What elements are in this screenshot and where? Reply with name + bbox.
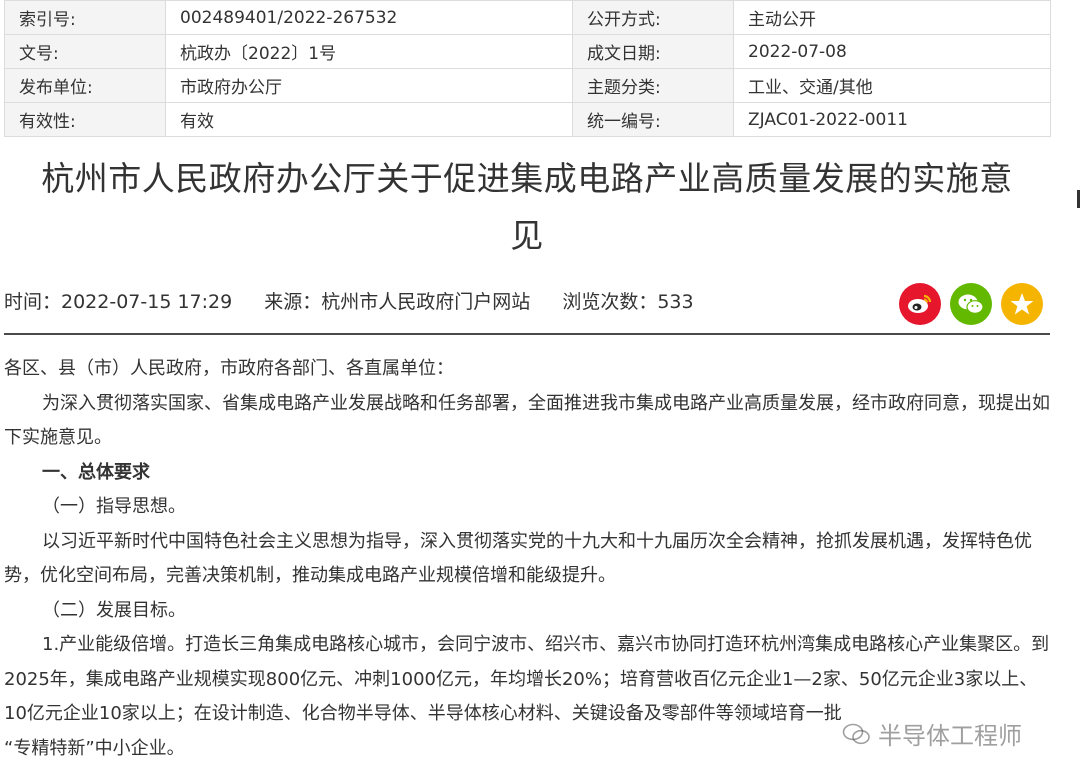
addressee: 各区、县（市）人民政府，市政府各部门、各直属单位：	[4, 358, 454, 379]
meta-key: 发布单位:	[4, 68, 166, 103]
section-heading-1: 一、总体要求	[42, 461, 150, 483]
publish-time: 时间：2022-07-15 17:29	[4, 291, 233, 313]
meta-value: ZJAC01-2022-0011	[733, 102, 1051, 137]
header-divider	[4, 333, 1050, 335]
paragraph-guiding-thought: 以习近平新时代中国特色社会主义思想为指导，深入贯彻落实党的十九大和十九届历次全会…	[4, 530, 1032, 587]
article-info: 时间：2022-07-15 17:29 来源：杭州市人民政府门户网站 浏览次数：…	[4, 287, 720, 314]
article-body: 各区、县（市）人民政府，市政府各部门、各直属单位： 为深入贯彻落实国家、省集成电…	[4, 352, 1050, 766]
meta-value: 002489401/2022-267532	[165, 0, 573, 35]
meta-key: 文号:	[4, 34, 166, 69]
meta-value: 工业、交通/其他	[733, 68, 1051, 103]
watermark-text: 半导体工程师	[878, 722, 1022, 750]
favorite-button[interactable]	[1001, 283, 1043, 325]
weibo-share-button[interactable]	[899, 283, 941, 325]
source: 来源：杭州市人民政府门户网站	[264, 291, 531, 313]
title-line-2: 见	[510, 216, 544, 255]
view-count: 浏览次数：533	[562, 291, 694, 313]
meta-row: 文号: 杭政办〔2022〕1号 成文日期: 2022-07-08	[4, 34, 1051, 69]
watermark: 半导体工程师	[842, 716, 1022, 751]
wechat-share-button[interactable]	[950, 283, 992, 325]
meta-key: 成文日期:	[572, 34, 734, 69]
meta-value: 有效	[165, 102, 573, 137]
subheading-1: （一）指导思想。	[42, 496, 186, 517]
page-title: 杭州市人民政府办公厅关于促进集成电路产业高质量发展的实施意 见	[0, 150, 1054, 264]
meta-key: 有效性:	[4, 102, 166, 137]
weibo-icon	[908, 294, 932, 313]
meta-key: 主题分类:	[572, 68, 734, 103]
wechat-watermark-icon	[842, 723, 870, 744]
document-meta-table: 索引号: 002489401/2022-267532 公开方式: 主动公开 文号: 杭政办…	[4, 0, 1051, 137]
meta-value: 2022-07-08	[733, 34, 1051, 69]
meta-row: 有效性: 有效 统一编号: ZJAC01-2022-0011	[4, 102, 1051, 137]
meta-value: 市政府办公厅	[165, 68, 573, 103]
meta-value: 主动公开	[733, 0, 1051, 35]
share-buttons	[899, 283, 1043, 325]
subheading-2: （二）发展目标。	[42, 599, 186, 621]
title-line-1: 杭州市人民政府办公厅关于促进集成电路产业高质量发展的实施意	[41, 159, 1013, 198]
meta-value: 杭政办〔2022〕1号	[165, 34, 573, 69]
meta-key: 公开方式:	[572, 0, 734, 35]
meta-row: 发布单位: 市政府办公厅 主题分类: 工业、交通/其他	[4, 68, 1051, 103]
wechat-icon	[958, 294, 984, 314]
meta-row: 索引号: 002489401/2022-267532 公开方式: 主动公开	[4, 0, 1051, 35]
intro-paragraph: 为深入贯彻落实国家、省集成电路产业发展战略和任务部署，全面推进我市集成电路产业高…	[4, 392, 1050, 449]
star-icon	[1010, 293, 1034, 315]
meta-key: 索引号:	[4, 0, 166, 35]
meta-key: 统一编号:	[572, 102, 734, 137]
